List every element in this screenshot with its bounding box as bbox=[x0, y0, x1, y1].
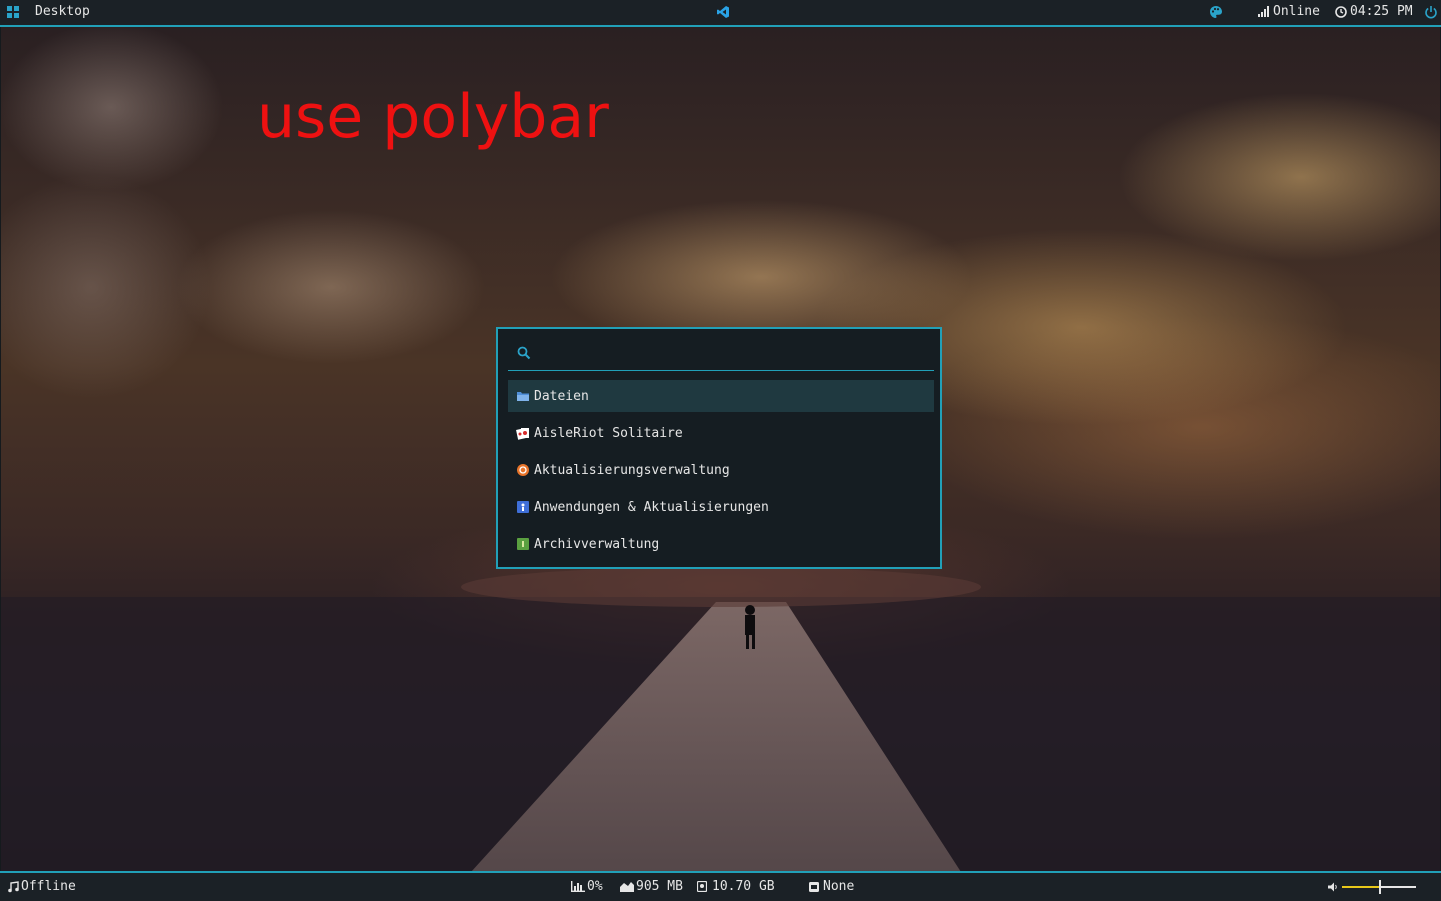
app-launcher: Dateien AisleRiot Solitaire Aktualisieru… bbox=[496, 327, 942, 569]
clock-icon bbox=[1335, 5, 1347, 18]
launcher-result-label: AisleRiot Solitaire bbox=[534, 425, 683, 441]
network-status[interactable]: Online bbox=[1258, 4, 1320, 19]
launcher-result-label: Dateien bbox=[534, 388, 589, 404]
launcher-search-bar bbox=[508, 337, 934, 371]
clock-time: 04:25 PM bbox=[1350, 4, 1413, 19]
launcher-result-label: Aktualisierungsverwaltung bbox=[534, 462, 730, 478]
memory-chart-icon bbox=[620, 882, 634, 892]
memory-value: 905 MB bbox=[636, 879, 683, 894]
power-icon[interactable] bbox=[1424, 5, 1438, 19]
launcher-result-software-sources[interactable]: Anwendungen & Aktualisierungen bbox=[508, 491, 934, 523]
clock[interactable]: 04:25 PM bbox=[1335, 4, 1413, 19]
launcher-result-aisleriot[interactable]: AisleRiot Solitaire bbox=[508, 417, 934, 449]
software-sources-icon bbox=[517, 501, 529, 513]
vscode-icon[interactable] bbox=[716, 5, 730, 19]
memory-module: 905 MB bbox=[620, 879, 683, 894]
signal-bars-icon bbox=[1258, 6, 1269, 17]
launcher-result-label: Anwendungen & Aktualisierungen bbox=[534, 499, 769, 515]
volume-slider-fill bbox=[1342, 886, 1379, 888]
workspace-label[interactable]: Desktop bbox=[35, 4, 90, 19]
volume-slider[interactable] bbox=[1342, 880, 1416, 894]
grid-icon[interactable] bbox=[7, 6, 19, 18]
archive-icon bbox=[517, 538, 529, 550]
volume-slider-handle[interactable] bbox=[1379, 880, 1381, 894]
launcher-result-update-manager[interactable]: Aktualisierungsverwaltung bbox=[508, 454, 934, 486]
bottom-bar: Offline 0% 905 MB 10.70 GB None bbox=[0, 871, 1441, 901]
top-bar: Desktop Online 04:25 PM bbox=[0, 0, 1441, 27]
disk-module: 10.70 GB bbox=[697, 879, 775, 894]
launcher-result-archive-manager[interactable]: Archivverwaltung bbox=[508, 528, 934, 560]
update-manager-icon bbox=[517, 464, 529, 476]
search-icon bbox=[517, 346, 531, 360]
wallpaper-overlay-text: use polybar bbox=[257, 82, 609, 152]
launcher-search-input[interactable] bbox=[542, 343, 926, 365]
folder-icon bbox=[517, 392, 529, 401]
disk-icon bbox=[697, 881, 707, 892]
keyboard-value: None bbox=[823, 879, 855, 894]
palette-icon[interactable] bbox=[1209, 5, 1223, 19]
network-label: Online bbox=[1273, 4, 1320, 19]
disk-value: 10.70 GB bbox=[712, 879, 775, 894]
music-module[interactable]: Offline bbox=[8, 879, 76, 894]
launcher-result-dateien[interactable]: Dateien bbox=[508, 380, 934, 412]
launcher-result-label: Archivverwaltung bbox=[534, 536, 660, 552]
cards-icon bbox=[516, 428, 529, 440]
cpu-module: 0% bbox=[571, 879, 603, 894]
music-note-icon bbox=[8, 880, 19, 892]
music-status: Offline bbox=[21, 879, 76, 894]
cpu-value: 0% bbox=[587, 879, 603, 894]
keyboard-module: None bbox=[809, 879, 854, 894]
cpu-bars-icon bbox=[571, 881, 585, 892]
keyboard-icon bbox=[809, 881, 819, 892]
speaker-icon[interactable] bbox=[1328, 882, 1338, 892]
